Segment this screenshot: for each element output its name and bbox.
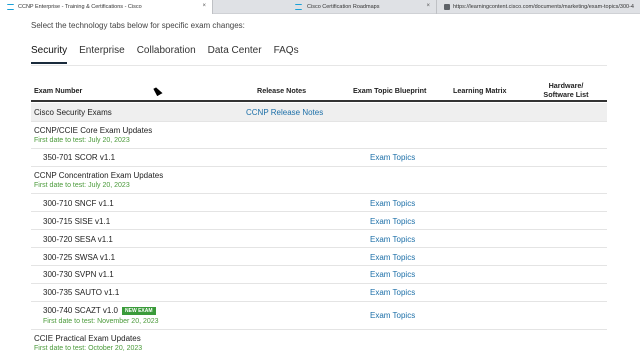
exam-topics-link[interactable]: Exam Topics [370, 235, 415, 244]
exam-topics-link[interactable]: Exam Topics [370, 288, 415, 297]
browser-tab-title: https://learningcontent.cisco.com/docume… [453, 4, 634, 10]
table-row: 300-710 SNCF v1.1 Exam Topics [31, 194, 607, 212]
tab-collaboration[interactable]: Collaboration [137, 45, 196, 64]
tab-enterprise[interactable]: Enterprise [79, 45, 125, 64]
table-row: CCIE Practical Exam Updates First date t… [31, 330, 607, 360]
header-hardware-line2: Software List [543, 90, 589, 99]
table-row: 300-720 SESA v1.1 Exam Topics [31, 230, 607, 248]
exam-topics-link[interactable]: Exam Topics [370, 270, 415, 279]
close-icon[interactable]: × [202, 3, 206, 9]
table-row: 300-730 SVPN v1.1 Exam Topics [31, 266, 607, 284]
exam-label: 300-720 SESA v1.1 [43, 235, 113, 244]
first-test-date: First date to test: July 20, 2023 [34, 137, 130, 144]
header-release-notes: Release Notes [257, 86, 307, 95]
browser-tab-roadmaps[interactable]: Cisco Certification Roadmaps × [212, 0, 436, 14]
exam-label-text: 300-740 SCAZT v1.0 [43, 306, 119, 315]
first-test-date: First date to test: July 20, 2023 [34, 182, 130, 189]
tab-data-center[interactable]: Data Center [208, 45, 262, 64]
first-test-date: First date to test: November 20, 2023 [43, 318, 159, 325]
exam-topics-link[interactable]: Exam Topics [370, 311, 415, 320]
exam-label: CCNP Concentration Exam Updates [34, 171, 164, 180]
browser-tab-strip: CCNP Enterprise - Training & Certificati… [0, 0, 640, 14]
close-icon[interactable]: × [426, 3, 430, 9]
exam-topics-link[interactable]: Exam Topics [370, 217, 415, 226]
browser-tab-title: CCNP Enterprise - Training & Certificati… [18, 4, 142, 10]
table-row: 300-735 SAUTO v1.1 Exam Topics [31, 284, 607, 302]
exam-topics-link[interactable]: Exam Topics [370, 153, 415, 162]
exam-label: 350-701 SCOR v1.1 [43, 153, 116, 162]
exam-label: CCNP/CCIE Core Exam Updates [34, 126, 153, 135]
table-row: Cisco Security Exams CCNP Release Notes [31, 103, 607, 122]
header-hardware-software: Hardware/ Software List [531, 81, 601, 99]
tabs-divider [31, 65, 607, 66]
browser-tab-title: Cisco Certification Roadmaps [307, 4, 380, 10]
release-notes-link[interactable]: CCNP Release Notes [246, 108, 323, 117]
table-header: Exam Number Release Notes Exam Topic Blu… [31, 80, 607, 102]
exam-label: CCIE Practical Exam Updates [34, 334, 141, 343]
browser-tab-ccnp-enterprise[interactable]: CCNP Enterprise - Training & Certificati… [0, 0, 212, 14]
exam-label: 300-715 SISE v1.1 [43, 217, 111, 226]
new-exam-badge: NEW EXAM [122, 307, 156, 315]
exam-label: 300-735 SAUTO v1.1 [43, 288, 120, 297]
exam-label: Cisco Security Exams [34, 108, 112, 117]
exam-topics-link[interactable]: Exam Topics [370, 253, 415, 262]
header-exam-topic-blueprint: Exam Topic Blueprint [353, 86, 427, 95]
exam-label: 300-730 SVPN v1.1 [43, 270, 114, 279]
tab-security[interactable]: Security [31, 45, 68, 64]
table-row: 300-725 SWSA v1.1 Exam Topics [31, 248, 607, 266]
table-row: 300-715 SISE v1.1 Exam Topics [31, 212, 607, 230]
document-icon [444, 4, 450, 10]
table-row: CCNP Concentration Exam Updates First da… [31, 167, 607, 194]
header-exam-number: Exam Number [34, 86, 83, 95]
exam-label: 300-725 SWSA v1.1 [43, 253, 116, 262]
table-row: 350-701 SCOR v1.1 Exam Topics [31, 149, 607, 167]
tab-faqs[interactable]: FAQs [274, 45, 299, 64]
cisco-logo-icon [7, 4, 14, 10]
technology-tabs: Security Enterprise Collaboration Data C… [31, 45, 311, 64]
cisco-logo-icon [295, 4, 302, 10]
exam-label: 300-740 SCAZT v1.0 NEW EXAM [43, 306, 156, 315]
exam-topics-link[interactable]: Exam Topics [370, 199, 415, 208]
header-learning-matrix: Learning Matrix [453, 86, 507, 95]
table-row: 300-740 SCAZT v1.0 NEW EXAM First date to… [31, 302, 607, 330]
exam-label: 300-710 SNCF v1.1 [43, 199, 114, 208]
first-test-date: First date to test: October 20, 2023 [34, 345, 143, 352]
browser-tab-exam-topics-pdf[interactable]: https://learningcontent.cisco.com/docume… [436, 0, 640, 14]
header-hardware-line1: Hardware/ [548, 81, 584, 90]
table-row: CCNP/CCIE Core Exam Updates First date t… [31, 122, 607, 149]
intro-text: Select the technology tabs below for spe… [31, 21, 245, 30]
